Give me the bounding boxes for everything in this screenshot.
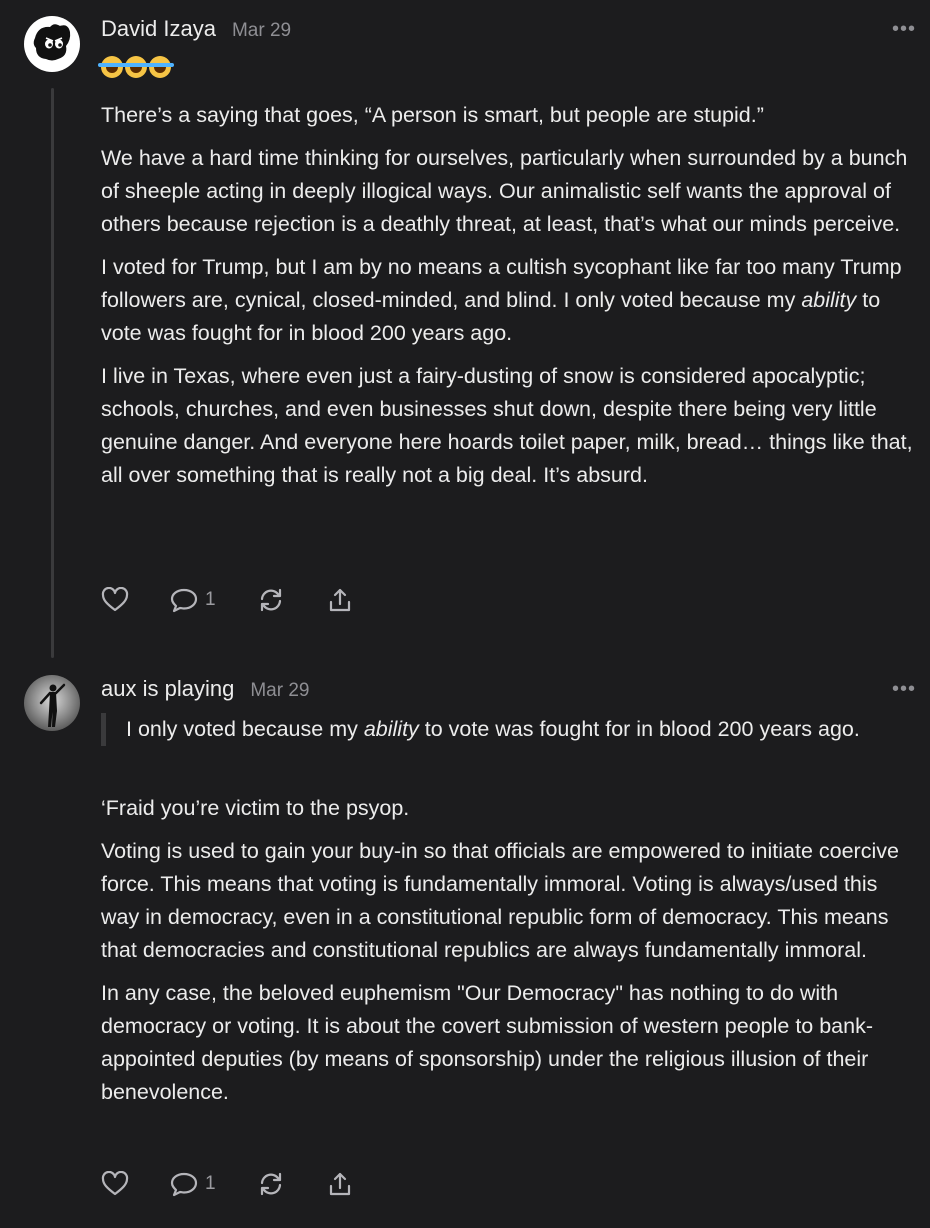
emphasis-text: ability: [801, 288, 857, 312]
heart-icon: [101, 1171, 129, 1196]
paragraph: Voting is used to gain your buy-in so th…: [101, 839, 899, 962]
post-body: ‘Fraid you’re victim to the psyop. Votin…: [101, 792, 916, 1119]
avatar-face-icon: [33, 24, 71, 61]
paragraph-text: I voted for Trump, but I am by no means …: [101, 255, 902, 312]
reply-count: 1: [205, 1173, 216, 1194]
paragraph: In any case, the beloved euphemism "Our …: [101, 981, 874, 1104]
quote-text: I only voted because my: [126, 717, 364, 741]
paragraph: ‘Fraid you’re victim to the psyop.: [101, 796, 410, 820]
avatar-david-izaya[interactable]: [24, 16, 80, 72]
emoji-row: [98, 56, 174, 78]
post-header: David Izaya Mar 29: [101, 16, 291, 50]
quote-block: I only voted because my ability to vote …: [101, 713, 930, 746]
like-button[interactable]: [101, 587, 129, 613]
share-icon: [329, 588, 350, 612]
restack-icon: [260, 588, 281, 612]
laughing-emoji-icon: [146, 56, 174, 78]
paragraph: We have a hard time thinking for ourselv…: [101, 146, 908, 236]
share-button[interactable]: [326, 586, 354, 614]
action-bar: 1: [101, 1170, 394, 1198]
post-header: aux is playing Mar 29: [101, 676, 309, 710]
comment-icon: [170, 1172, 198, 1197]
restack-button[interactable]: [256, 1170, 286, 1198]
action-bar: 1: [101, 586, 394, 614]
more-options-icon[interactable]: •••: [892, 678, 916, 701]
laughing-emoji-icon: [122, 56, 150, 78]
quote-text: to vote was fought for in blood 200 year…: [418, 717, 860, 741]
post-date[interactable]: Mar 29: [250, 680, 309, 702]
paragraph: There’s a saying that goes, “A person is…: [101, 103, 764, 127]
thread-line: [51, 88, 54, 658]
avatar-silhouette-icon: [39, 683, 66, 727]
avatar-aux-is-playing[interactable]: [24, 675, 80, 731]
post-body: There’s a saying that goes, “A person is…: [101, 99, 916, 502]
restack-icon: [260, 1172, 281, 1196]
comment-button[interactable]: 1: [169, 587, 216, 613]
more-options-icon[interactable]: •••: [892, 18, 916, 41]
share-button[interactable]: [326, 1170, 354, 1198]
paragraph: I voted for Trump, but I am by no means …: [101, 251, 916, 350]
comment-button[interactable]: 1: [169, 1171, 216, 1197]
like-button[interactable]: [101, 1171, 129, 1197]
laughing-emoji-icon: [98, 56, 126, 78]
heart-icon: [101, 587, 129, 612]
share-icon: [329, 1172, 350, 1196]
emphasis-text: ability: [363, 717, 419, 741]
reply-count: 1: [205, 589, 216, 610]
author-name[interactable]: David Izaya: [101, 16, 216, 42]
author-name[interactable]: aux is playing: [101, 676, 234, 702]
paragraph: I live in Texas, where even just a fairy…: [101, 364, 913, 487]
restack-button[interactable]: [256, 586, 286, 614]
post-date[interactable]: Mar 29: [232, 20, 291, 42]
comment-icon: [170, 588, 198, 613]
